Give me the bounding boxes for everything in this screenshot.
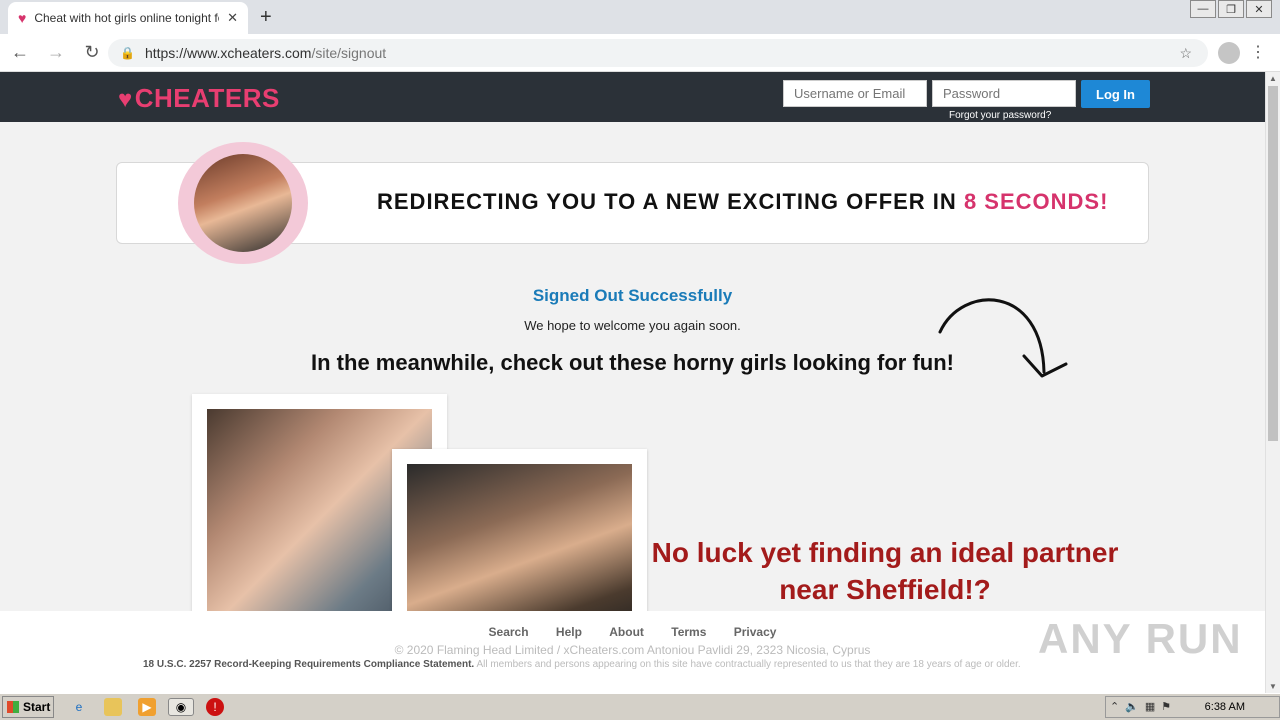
back-icon[interactable]: ← [4, 42, 36, 63]
clock[interactable]: 6:38 AM [1205, 701, 1245, 713]
site-footer: Search Help About Terms Privacy © 2020 F… [0, 611, 1265, 693]
compliance-text: All members and persons appearing on thi… [476, 659, 1021, 670]
lock-icon: 🔒 [120, 46, 135, 60]
curved-arrow-icon [938, 298, 1068, 378]
forgot-password-link[interactable]: Forgot your password? [949, 110, 1051, 121]
address-bar[interactable]: 🔒 https://www.xcheaters.com/site/signout… [108, 39, 1208, 67]
countdown: 8 SECONDS! [963, 189, 1109, 214]
start-button[interactable]: Start [2, 696, 54, 718]
profile-card[interactable] [392, 449, 647, 611]
footer-link-privacy[interactable]: Privacy [734, 625, 777, 639]
banner-avatar [178, 142, 308, 264]
meanwhile-heading: In the meanwhile, check out these horny … [311, 350, 954, 375]
logo-text: CHEATERS [134, 83, 280, 113]
bookmark-star-icon[interactable]: ☆ [1179, 45, 1192, 62]
password-input[interactable] [932, 80, 1076, 107]
folder-icon[interactable] [104, 698, 122, 716]
start-label: Start [23, 700, 51, 714]
tray-icons[interactable]: ⌃🔈▦⚑ [1110, 700, 1177, 713]
scroll-up-icon[interactable]: ▲ [1269, 74, 1277, 83]
compliance-statement: 18 U.S.C. 2257 Record-Keeping Requiremen… [143, 659, 1021, 670]
profile-photo[interactable] [407, 464, 632, 611]
scrollbar-thumb[interactable] [1268, 86, 1278, 441]
browser-tab[interactable]: ♥ Cheat with hot girls online tonight fo… [8, 2, 248, 34]
scroll-down-icon[interactable]: ▼ [1269, 682, 1277, 691]
footer-link-terms[interactable]: Terms [671, 625, 706, 639]
browser-toolbar: ← → ↻ 🔒 https://www.xcheaters.com/site/s… [0, 34, 1280, 72]
stop-icon[interactable]: ! [206, 698, 224, 716]
media-player-icon[interactable]: ▶ [138, 698, 156, 716]
footer-link-search[interactable]: Search [489, 625, 529, 639]
url-domain: https://www.xcheaters.com [144, 45, 312, 61]
redirect-text: REDIRECTING YOU TO A NEW EXCITING OFFER … [377, 189, 1108, 215]
watermark-logo: ANY RUN [1038, 615, 1243, 662]
page-content: REDIRECTING YOU TO A NEW EXCITING OFFER … [0, 122, 1265, 611]
heart-logo-icon: ♥ [118, 86, 133, 113]
ie-icon[interactable]: e [70, 698, 88, 716]
browser-titlebar: ♥ Cheat with hot girls online tonight fo… [0, 0, 1280, 34]
window-controls: — ❐ ✕ [1188, 0, 1272, 18]
close-tab-icon[interactable]: ✕ [227, 10, 238, 26]
tab-title: Cheat with hot girls online tonight fo [34, 11, 220, 25]
chrome-icon[interactable]: ◉ [168, 698, 194, 716]
minimize-icon[interactable]: — [1190, 0, 1216, 18]
heart-favicon-icon: ♥ [18, 10, 27, 26]
redirect-prefix: REDIRECTING YOU TO A NEW EXCITING OFFER … [377, 189, 957, 214]
avatar-photo [194, 154, 292, 252]
username-input[interactable] [783, 80, 927, 107]
menu-dots-icon[interactable]: ⋮ [1250, 42, 1266, 62]
signed-out-subtitle: We hope to welcome you again soon. [524, 318, 741, 333]
site-logo[interactable]: ♥CHEATERS [118, 83, 280, 114]
restore-icon[interactable]: ❐ [1218, 0, 1244, 18]
new-tab-icon[interactable]: + [260, 6, 272, 29]
site-header: ♥CHEATERS Log In Forgot your password? [0, 72, 1265, 122]
system-tray: ⌃🔈▦⚑ 6:38 AM [1105, 696, 1280, 718]
url-path: /site/signout [311, 45, 387, 61]
windows-taskbar: Start e ▶ ◉ ! ⌃🔈▦⚑ 6:38 AM [0, 693, 1280, 720]
forward-icon[interactable]: → [40, 42, 72, 63]
windows-logo-icon [7, 701, 19, 713]
reload-icon[interactable]: ↻ [76, 42, 108, 63]
footer-link-about[interactable]: About [609, 625, 644, 639]
compliance-link[interactable]: 18 U.S.C. 2257 Record-Keeping Requiremen… [143, 659, 474, 670]
page-scrollbar[interactable]: ▲ ▼ [1265, 72, 1280, 693]
footer-link-help[interactable]: Help [556, 625, 582, 639]
close-window-icon[interactable]: ✕ [1246, 0, 1272, 18]
no-luck-heading: No luck yet finding an ideal partner nea… [651, 537, 1119, 605]
profile-avatar-icon[interactable] [1218, 42, 1240, 64]
signed-out-title: Signed Out Successfully [532, 286, 733, 305]
login-button[interactable]: Log In [1081, 80, 1150, 108]
